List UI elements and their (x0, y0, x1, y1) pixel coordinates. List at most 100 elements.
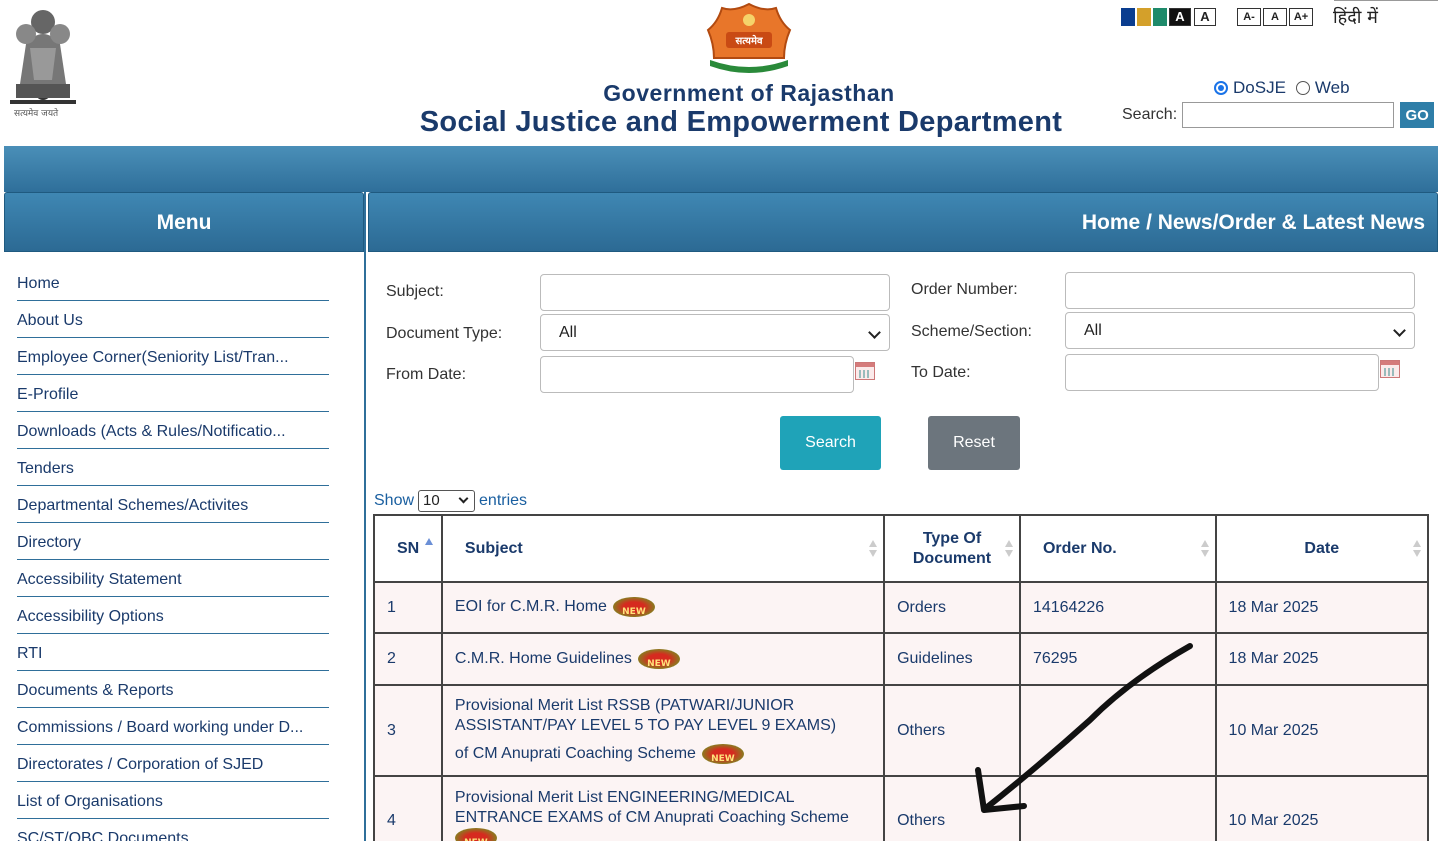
column-header-order-no[interactable]: Order No. (1018, 514, 1217, 583)
subject-link-line[interactable]: Provisional Merit List ENGINEERING/MEDIC… (455, 788, 883, 808)
scope-web-label: Web (1314, 78, 1350, 97)
scheme-section-label: Scheme/Section: (911, 323, 1032, 340)
cell-date: 10 Mar 2025 (1214, 775, 1430, 841)
calendar-icon[interactable] (1380, 360, 1400, 378)
column-header-sn[interactable]: SN (373, 514, 443, 583)
cell-order-no: 76295 (1018, 632, 1217, 686)
cell-order-no: 14164226 (1018, 581, 1217, 634)
column-header-date[interactable]: Date (1214, 514, 1430, 583)
font-normal-button[interactable]: A (1263, 8, 1287, 26)
cell-date: 18 Mar 2025 (1214, 581, 1430, 634)
from-date-input[interactable] (540, 356, 854, 393)
high-contrast-button[interactable]: A (1169, 8, 1191, 26)
menu-list: Home About Us Employee Corner(Seniority … (4, 252, 364, 841)
column-label: Subject (464, 539, 523, 557)
subject-link-line[interactable]: ASSISTANT/PAY LEVEL 5 TO PAY LEVEL 9 EXA… (455, 716, 883, 736)
new-badge-icon (612, 597, 655, 622)
news-table: SN Subject Type Of Document Order No. Da… (373, 514, 1430, 841)
cell-sn: 3 (373, 684, 443, 777)
cell-sn: 2 (373, 632, 443, 686)
new-badge-icon (454, 828, 497, 841)
cell-date: 10 Mar 2025 (1214, 684, 1430, 777)
font-increase-button[interactable]: A+ (1289, 8, 1313, 26)
scope-web-radio[interactable] (1295, 81, 1310, 95)
cell-subject: C.M.R. Home Guidelines (440, 632, 886, 686)
theme-blue-swatch[interactable] (1121, 8, 1135, 26)
theme-green-swatch[interactable] (1153, 8, 1167, 26)
menu-item-rti[interactable]: RTI (17, 634, 329, 671)
sort-icon (1200, 540, 1209, 558)
sort-icon (1004, 540, 1013, 558)
breadcrumb: Home / News/Order & Latest News (368, 192, 1438, 252)
document-type-select[interactable]: All (540, 314, 890, 351)
header-band (4, 146, 1438, 192)
cell-subject: EOI for C.M.R. Home (440, 581, 886, 634)
entries-value: 10 (423, 492, 440, 509)
subject-input[interactable] (540, 274, 890, 311)
subject-link[interactable]: C.M.R. Home Guidelines (455, 650, 632, 667)
entries-select[interactable]: 10 (418, 490, 476, 512)
table-row: 3 Provisional Merit List RSSB (PATWARI/J… (373, 684, 1430, 777)
column-header-subject[interactable]: Subject (440, 514, 886, 583)
subject-link-line[interactable]: Provisional Merit List RSSB (PATWARI/JUN… (455, 696, 883, 716)
subject-label: Subject: (386, 283, 444, 300)
menu-item-directory[interactable]: Directory (17, 523, 329, 560)
cell-sn: 1 (373, 581, 443, 634)
entries-control: Show 10 entries (374, 490, 527, 512)
calendar-icon[interactable] (855, 362, 875, 380)
theme-gold-swatch[interactable] (1137, 8, 1151, 26)
column-label: Order No. (1042, 539, 1117, 557)
menu-item-e-profile[interactable]: E-Profile (17, 375, 329, 412)
menu-item-downloads[interactable]: Downloads (Acts & Rules/Notificatio... (17, 412, 329, 449)
table-row: 1 EOI for C.M.R. Home Orders 14164226 18… (373, 581, 1430, 634)
menu-item-documents-reports[interactable]: Documents & Reports (17, 671, 329, 708)
menu-item-about-us[interactable]: About Us (17, 301, 329, 338)
document-type-value: All (559, 324, 577, 341)
menu-item-employee-corner[interactable]: Employee Corner(Seniority List/Tran... (17, 338, 329, 375)
menu-item-home[interactable]: Home (17, 264, 329, 301)
new-badge-icon (637, 648, 680, 674)
go-button[interactable]: GO (1400, 102, 1435, 128)
site-search-input[interactable] (1182, 102, 1395, 128)
menu-item-schemes[interactable]: Departmental Schemes/Activites (17, 486, 329, 523)
normal-contrast-button[interactable]: A (1194, 8, 1216, 26)
column-label: Date (1304, 539, 1340, 557)
column-header-type[interactable]: Type Of Document (883, 514, 1021, 583)
cell-type: Orders (883, 581, 1021, 634)
menu-item-tenders[interactable]: Tenders (17, 449, 329, 486)
subject-link-line[interactable]: of CM Anuprati Coaching Scheme (455, 746, 696, 763)
chevron-down-icon (1393, 324, 1406, 337)
cell-type: Guidelines (883, 632, 1021, 686)
divider (1334, 0, 1438, 1)
scheme-section-select[interactable]: All (1065, 312, 1415, 349)
menu-item-sc-st-obc-documents[interactable]: SC/ST/OBC Documents (17, 819, 329, 841)
from-date-label: From Date: (386, 366, 467, 383)
reset-button[interactable]: Reset (928, 416, 1020, 470)
scheme-section-value: All (1084, 322, 1102, 339)
subject-link-line[interactable]: ENTRANCE EXAMS of CM Anuprati Coaching S… (455, 808, 883, 828)
subject-link[interactable]: EOI for C.M.R. Home (455, 599, 607, 616)
menu-item-accessibility-options[interactable]: Accessibility Options (17, 597, 329, 634)
cell-subject: Provisional Merit List ENGINEERING/MEDIC… (440, 775, 886, 841)
chevron-down-icon (458, 493, 469, 504)
search-button[interactable]: Search (780, 416, 881, 470)
document-type-label: Document Type: (386, 325, 503, 342)
rajasthan-seal-icon: सत्यमेव (706, 2, 792, 73)
chevron-down-icon (868, 326, 881, 339)
table-row: 4 Provisional Merit List ENGINEERING/MED… (373, 775, 1430, 841)
cell-order-no (1018, 775, 1217, 841)
table-row: 2 C.M.R. Home Guidelines Guidelines 7629… (373, 632, 1430, 686)
font-decrease-button[interactable]: A- (1237, 8, 1261, 26)
to-date-input[interactable] (1065, 354, 1379, 391)
menu-item-organisations[interactable]: List of Organisations (17, 782, 329, 819)
cell-date: 18 Mar 2025 (1214, 632, 1430, 686)
language-toggle-link[interactable]: हिंदी में (1333, 5, 1378, 29)
entries-label: entries (479, 492, 528, 509)
menu-item-directorates[interactable]: Directorates / Corporation of SJED (17, 745, 329, 782)
scope-dosje-radio[interactable] (1214, 81, 1228, 95)
order-number-input[interactable] (1065, 272, 1415, 309)
new-badge-icon (701, 744, 744, 769)
menu-item-accessibility-statement[interactable]: Accessibility Statement (17, 560, 329, 597)
menu-item-commissions[interactable]: Commissions / Board working under D... (17, 708, 329, 745)
to-date-label: To Date: (911, 364, 971, 381)
